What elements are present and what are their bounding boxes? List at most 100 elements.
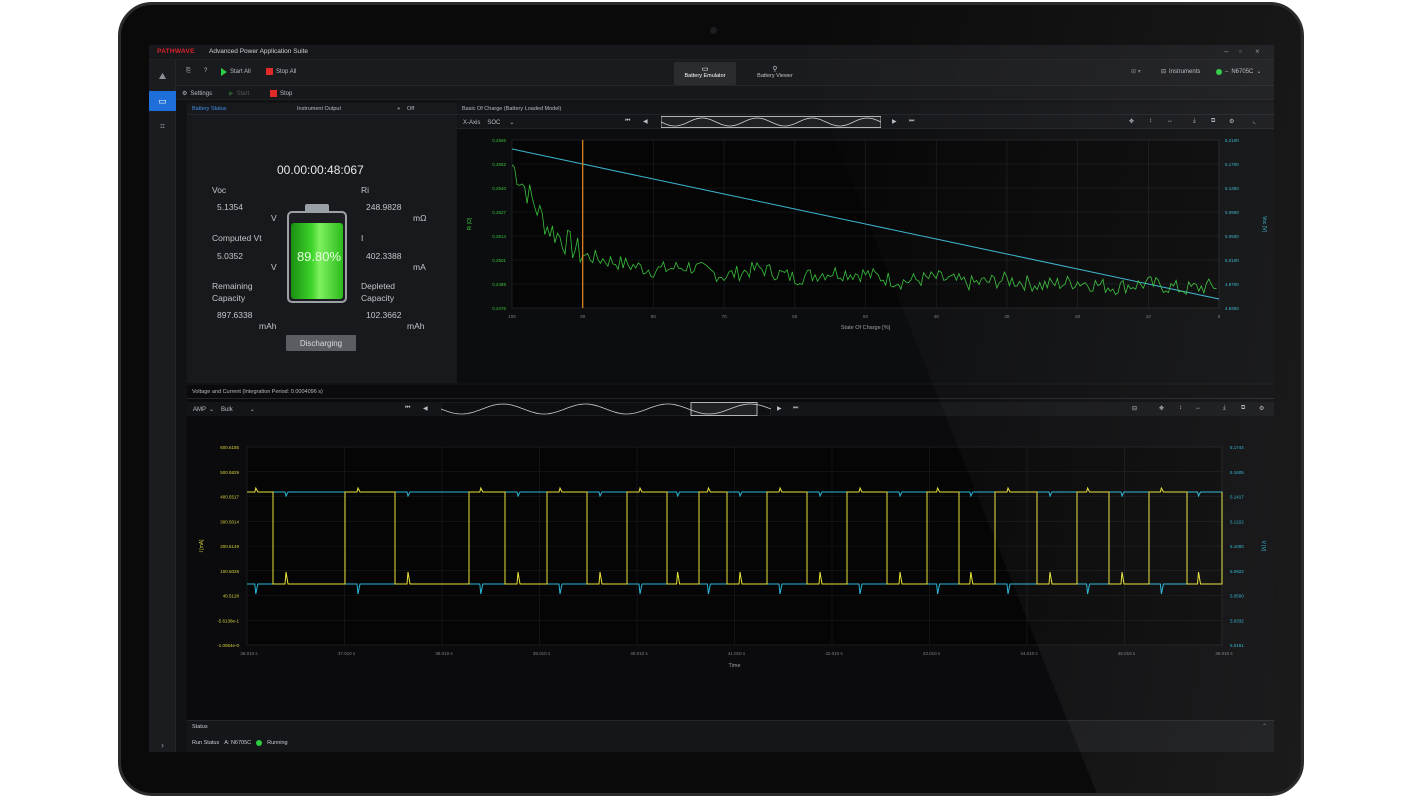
x-tick-label: 37.010 s bbox=[338, 651, 356, 656]
soc-chart[interactable]: 100 90 80 70 60 50 40 30 20 10 00.2565 5.21000.2552… bbox=[457, 130, 1274, 383]
skip-forward-icon[interactable]: ⏭ bbox=[793, 405, 798, 412]
instrument-select[interactable]: – N6705C ⌄ bbox=[1216, 68, 1261, 75]
vc-overview-strip[interactable] bbox=[441, 402, 771, 416]
x-tick-label: 38.010 s bbox=[435, 651, 453, 656]
download-icon[interactable]: ⤓ bbox=[1223, 405, 1226, 412]
y-right-tick-label: 5.0500 bbox=[1225, 234, 1239, 239]
y-right-tick-label: 5.0500 bbox=[1230, 594, 1244, 599]
crosshair-icon[interactable]: ✥ bbox=[1129, 118, 1134, 125]
settings-icon[interactable]: ⚙ bbox=[1229, 118, 1234, 125]
panel-title: Voltage and Current (Integration Period:… bbox=[192, 389, 323, 395]
step-back-icon[interactable]: ◀ bbox=[643, 118, 648, 125]
ri-label: Ri bbox=[361, 185, 370, 195]
remaining-capacity-value: 897.6338 bbox=[217, 310, 253, 320]
maximize-icon[interactable]: ▫ bbox=[1239, 47, 1242, 56]
depleted-capacity-unit: mAh bbox=[407, 321, 425, 331]
play-icon: ▶ bbox=[229, 91, 234, 97]
horizontal-zoom-icon[interactable]: ↔ bbox=[1195, 405, 1201, 411]
stop-button[interactable]: Stop bbox=[270, 90, 292, 97]
amp-mode-select[interactable]: AMP ⌄ Bulk ⌄ bbox=[193, 406, 255, 414]
stop-all-button[interactable]: Stop All bbox=[266, 68, 296, 75]
run-status-state: Running bbox=[267, 740, 288, 746]
voc-unit: V bbox=[271, 213, 277, 223]
x-tick-label: 100 bbox=[508, 314, 516, 319]
battery-viewer-icon: ⚲ bbox=[772, 66, 778, 73]
x-tick-label: 43.010 s bbox=[923, 651, 941, 656]
collapse-icon[interactable]: ⌃ bbox=[1262, 723, 1267, 730]
marker-icon[interactable]: ⊟ bbox=[1132, 405, 1137, 412]
start-button[interactable]: ▶ Start bbox=[229, 90, 249, 98]
settings-button[interactable]: ⚙ Settings bbox=[182, 90, 212, 98]
voltage-current-chart[interactable]: 600.6185 5.1744 500.5829 5.1605 400.5517 5.14… bbox=[187, 417, 1274, 720]
skip-back-icon[interactable]: ⏮ bbox=[405, 405, 410, 412]
battery-panel-header: Battery Status Instrument Output ● Off bbox=[187, 103, 457, 115]
vt-unit: V bbox=[271, 262, 277, 272]
status-title: Status bbox=[192, 724, 208, 730]
camera-icon bbox=[710, 27, 717, 34]
nav-crop-icon[interactable]: ⌗ bbox=[149, 116, 176, 136]
step-back-icon[interactable]: ◀ bbox=[423, 405, 428, 412]
x-tick-label: 41.010 s bbox=[728, 651, 746, 656]
brand-logo: PATHWAVE bbox=[157, 48, 195, 55]
x-tick-label: 39.010 s bbox=[533, 651, 551, 656]
instruments-button[interactable]: ⊟ Instruments bbox=[1161, 68, 1200, 76]
nav-battery-icon[interactable]: ▭ bbox=[149, 91, 176, 111]
help-icon[interactable]: ? bbox=[204, 68, 207, 74]
skip-back-icon[interactable]: ⏮ bbox=[625, 118, 630, 125]
tab-label: Battery Emulator bbox=[684, 73, 726, 79]
nav-dashboard-icon[interactable]: ⛰ bbox=[149, 66, 176, 86]
laptop-frame: PATHWAVE Advanced Power Application Suit… bbox=[118, 2, 1304, 796]
horizontal-zoom-icon[interactable]: ↔ bbox=[1167, 118, 1173, 124]
tab-battery-viewer[interactable]: ⚲ Battery Viewer bbox=[744, 62, 806, 85]
vertical-zoom-icon[interactable]: ↕ bbox=[1179, 405, 1182, 411]
minimize-icon[interactable]: – bbox=[1224, 47, 1228, 56]
stop-label: Stop bbox=[280, 90, 293, 97]
copy-icon[interactable]: ⧉ bbox=[1241, 405, 1245, 412]
y-right-axis-label: Voc [V] bbox=[1261, 216, 1267, 232]
output-indicator-icon: ● bbox=[397, 106, 401, 112]
vertical-zoom-icon[interactable]: ↕ bbox=[1149, 118, 1152, 124]
y-left-tick-label: 600.6185 bbox=[220, 445, 239, 450]
soc-overview-strip[interactable] bbox=[661, 116, 881, 128]
stop-all-label: Stop All bbox=[276, 68, 297, 75]
instrument-model: N6705C bbox=[1231, 68, 1254, 75]
close-icon[interactable]: × bbox=[1255, 47, 1260, 56]
folder-icon[interactable]: ⎘ bbox=[186, 68, 191, 75]
y-right-tick-label: 5.0822 bbox=[1230, 569, 1244, 574]
run-status-instrument: A: N6705C bbox=[224, 740, 252, 746]
settings-icon[interactable]: ⚙ bbox=[1259, 405, 1264, 412]
stop-icon bbox=[266, 68, 273, 75]
copy-icon[interactable]: ⧉ bbox=[1211, 118, 1215, 125]
x-tick-label: 10 bbox=[1146, 314, 1152, 319]
battery-percentage: 89.80% bbox=[296, 249, 342, 264]
step-forward-icon[interactable]: ▶ bbox=[892, 118, 897, 125]
y-left-tick-label: 0.2565 bbox=[492, 138, 506, 143]
y-left-tick-label: 0.2514 bbox=[492, 234, 506, 239]
current-value: 402.3388 bbox=[366, 251, 402, 261]
voc-label: Voc bbox=[212, 185, 227, 195]
download-icon[interactable]: ⤓ bbox=[1193, 118, 1196, 125]
x-tick-label: 50 bbox=[863, 314, 869, 319]
start-all-button[interactable]: Start All bbox=[221, 68, 251, 76]
skip-forward-icon[interactable]: ⏭ bbox=[909, 118, 914, 125]
y-left-tick-label: 100.5028 bbox=[220, 569, 239, 574]
y-right-tick-label: 4.9700 bbox=[1225, 282, 1239, 287]
connection-icon[interactable]: ⊞ ▾ bbox=[1131, 68, 1141, 75]
x-axis-select[interactable]: X-Axis SOC ⌄ bbox=[463, 119, 514, 127]
expand-nav-icon[interactable]: › bbox=[149, 735, 176, 752]
y-left-tick-label: -1.0064e-0 bbox=[217, 643, 239, 648]
y-right-tick-label: 4.9300 bbox=[1225, 306, 1239, 311]
start-all-label: Start All bbox=[230, 69, 251, 75]
step-forward-icon[interactable]: ▶ bbox=[777, 405, 782, 412]
soc-chart-panel: Basic Of Charge (Battery Loaded Model) X… bbox=[457, 103, 1274, 383]
connected-indicator bbox=[1216, 68, 1222, 75]
tab-battery-emulator[interactable]: ▭ Battery Emulator bbox=[674, 62, 736, 85]
run-status-label: Run Status bbox=[192, 740, 220, 746]
fullscreen-icon[interactable]: ⌞ bbox=[1253, 118, 1256, 125]
y-right-tick-label: 5.1700 bbox=[1225, 162, 1239, 167]
y-right-tick-label: 5.0332 bbox=[1230, 618, 1244, 623]
y-left-tick-label: 500.5829 bbox=[220, 470, 239, 475]
discharging-status-button[interactable]: Discharging bbox=[286, 335, 356, 351]
crosshair-icon[interactable]: ✥ bbox=[1159, 405, 1164, 412]
main-toolbar: ⎘ ? Start All Stop All ▭ Battery Emulato… bbox=[176, 60, 1274, 86]
